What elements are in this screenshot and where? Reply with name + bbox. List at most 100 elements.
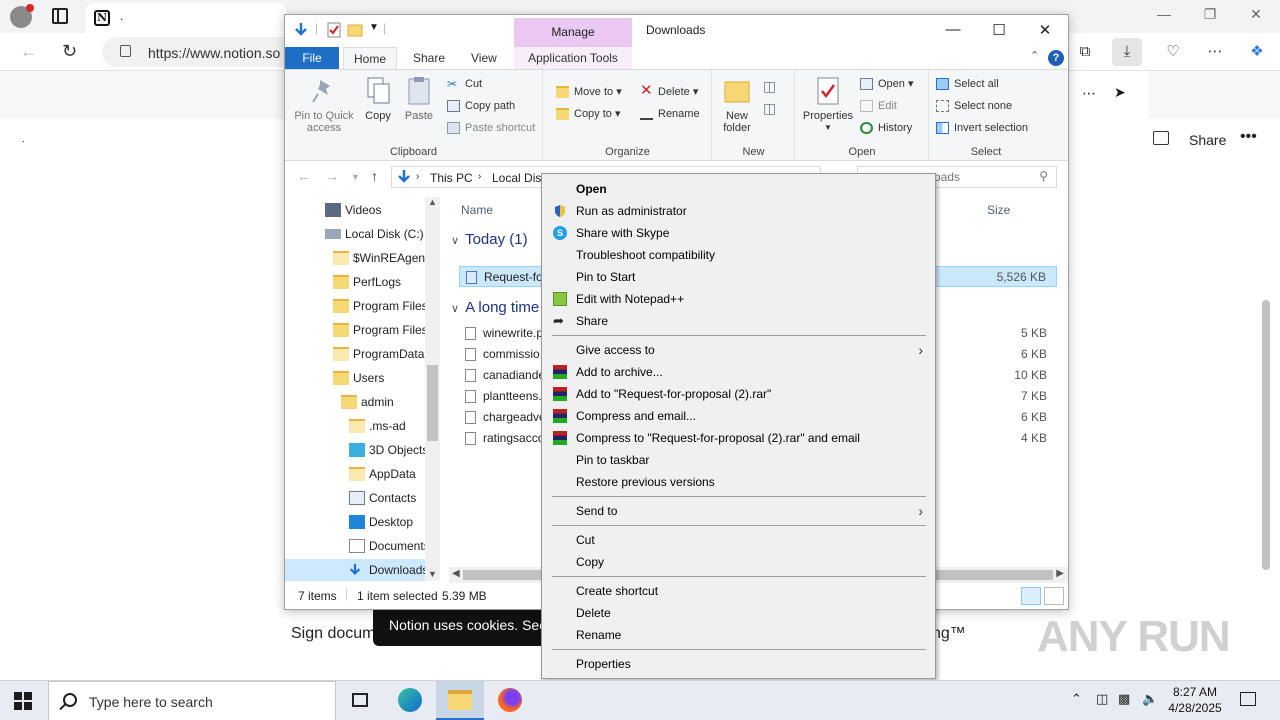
menu-properties[interactable]: Properties bbox=[542, 653, 935, 675]
show-hidden-icons-icon[interactable]: ⌃ bbox=[1071, 691, 1082, 707]
nav-scroll-thumb[interactable] bbox=[427, 365, 438, 441]
properties-button[interactable]: Properties ▼ bbox=[800, 76, 856, 134]
browser-restore-button[interactable]: ❐ bbox=[1190, 6, 1230, 23]
menu-send-to[interactable]: Send to › bbox=[542, 500, 935, 522]
forward-arrow-icon[interactable]: → bbox=[325, 168, 339, 184]
menu-cut[interactable]: Cut bbox=[542, 529, 935, 551]
delete-button[interactable]: ✕ Delete ▾ bbox=[638, 82, 698, 101]
tab-view[interactable]: View bbox=[461, 47, 507, 69]
details-view-icon[interactable] bbox=[1021, 587, 1041, 605]
group-today[interactable]: ∨ Today (1) bbox=[451, 231, 528, 248]
back-arrow-icon[interactable]: ← bbox=[297, 168, 311, 184]
qat-dropdown-icon[interactable]: ▼ bbox=[369, 22, 379, 33]
nav-item-documents[interactable]: Documents bbox=[347, 535, 430, 557]
paste-shortcut-button[interactable]: Paste shortcut bbox=[445, 119, 535, 137]
nav-item-desktop[interactable]: Desktop bbox=[347, 511, 413, 533]
menu-copy[interactable]: Copy bbox=[542, 551, 935, 573]
menu-pin-start[interactable]: Pin to Start bbox=[542, 266, 935, 288]
column-size[interactable]: Size bbox=[987, 203, 1010, 217]
address-bar[interactable]: https://www.notion.so bbox=[102, 37, 302, 67]
task-view-icon[interactable] bbox=[336, 681, 384, 720]
taskbar-search-box[interactable]: Type here to search bbox=[48, 681, 336, 720]
tab-file[interactable]: File bbox=[285, 47, 339, 69]
back-icon[interactable]: ← bbox=[20, 41, 38, 62]
cut-button[interactable]: ✂ Cut bbox=[445, 75, 482, 93]
notifications-icon[interactable] bbox=[1240, 692, 1256, 706]
volume-icon[interactable]: 🔈 bbox=[1142, 691, 1158, 707]
properties-qat-icon[interactable] bbox=[326, 22, 342, 38]
meet-now-icon[interactable]: ◫ bbox=[1096, 691, 1108, 707]
nav-item-videos[interactable]: Videos bbox=[323, 199, 381, 221]
refresh-icon[interactable]: ↻ bbox=[62, 41, 77, 62]
scroll-left-icon[interactable]: ◀ bbox=[452, 568, 460, 579]
page-scrollbar[interactable] bbox=[1262, 300, 1270, 570]
file-explorer-taskbar-icon[interactable] bbox=[436, 681, 484, 720]
menu-edit-notepadpp[interactable]: Edit with Notepad++ bbox=[542, 288, 935, 310]
menu-restore-versions[interactable]: Restore previous versions bbox=[542, 471, 935, 493]
pin-quick-access-button[interactable]: Pin to Quick access bbox=[289, 76, 359, 134]
up-arrow-icon[interactable]: ↑ bbox=[371, 168, 378, 184]
crumb-local-disk[interactable]: Local Disk bbox=[492, 171, 547, 185]
group-long-ago[interactable]: ∨ A long time bbox=[451, 299, 539, 316]
menu-compress-email[interactable]: Compress and email... bbox=[542, 405, 935, 427]
copy-path-button[interactable]: Copy path bbox=[445, 97, 515, 115]
tab-application-tools[interactable]: Application Tools bbox=[514, 47, 632, 69]
move-to-button[interactable]: Move to ▾ bbox=[554, 83, 622, 101]
crumb-this-pc[interactable]: This PC bbox=[430, 171, 473, 185]
collapse-ribbon-icon[interactable]: ⌃ bbox=[1030, 49, 1039, 62]
select-none-button[interactable]: Select none bbox=[934, 97, 1012, 115]
menu-share-skype[interactable]: S Share with Skype bbox=[542, 222, 935, 244]
menu-pin-taskbar[interactable]: Pin to taskbar bbox=[542, 449, 935, 471]
browser-minimize-button[interactable]: — bbox=[1144, 6, 1184, 22]
more-options-icon[interactable]: ••• bbox=[1240, 128, 1257, 146]
nav-item-programdata[interactable]: ProgramData bbox=[331, 343, 424, 365]
share-button[interactable]: Share bbox=[1189, 132, 1226, 148]
profile-avatar[interactable] bbox=[10, 4, 34, 28]
firefox-taskbar-icon[interactable] bbox=[486, 681, 534, 720]
invert-selection-button[interactable]: Invert selection bbox=[934, 119, 1028, 137]
browser-essentials-icon[interactable]: ♡ bbox=[1158, 38, 1188, 66]
scroll-down-icon[interactable]: ▼ bbox=[428, 569, 437, 579]
new-item-icon[interactable]: ◫ bbox=[763, 78, 776, 95]
menu-delete[interactable]: Delete bbox=[542, 602, 935, 624]
nav-item-admin[interactable]: admin bbox=[339, 391, 394, 413]
nav-item-winreagent[interactable]: $WinREAgent bbox=[331, 247, 428, 269]
tab-actions-icon[interactable] bbox=[52, 8, 68, 24]
menu-open[interactable]: Open bbox=[542, 178, 935, 200]
nav-item-ms-ad[interactable]: .ms-ad bbox=[347, 415, 406, 437]
copy-big-button[interactable]: Copy bbox=[361, 76, 395, 122]
close-button[interactable]: ✕ bbox=[1022, 21, 1068, 39]
nav-item-perflogs[interactable]: PerfLogs bbox=[331, 271, 401, 293]
open-button[interactable]: Open ▾ bbox=[858, 75, 914, 93]
pin-icon[interactable]: ➤ bbox=[1114, 84, 1126, 101]
nav-item-downloads[interactable]: Downloads bbox=[285, 559, 440, 581]
rename-button[interactable]: Rename bbox=[638, 105, 700, 123]
manage-tab[interactable]: Manage bbox=[514, 18, 632, 47]
menu-create-shortcut[interactable]: Create shortcut bbox=[542, 580, 935, 602]
scroll-up-icon[interactable]: ▲ bbox=[428, 197, 437, 207]
edit-button[interactable]: Edit bbox=[858, 97, 897, 115]
nav-item-users[interactable]: Users bbox=[331, 367, 384, 389]
column-name[interactable]: Name bbox=[461, 203, 493, 217]
system-clock[interactable]: 8:27 AM 4/28/2025 bbox=[1165, 684, 1225, 716]
menu-share[interactable]: ➦ Share bbox=[542, 310, 935, 332]
easy-access-icon[interactable]: ◫ bbox=[763, 100, 776, 117]
browser-close-button[interactable]: ✕ bbox=[1236, 6, 1276, 23]
settings-more-icon[interactable]: ⋯ bbox=[1200, 38, 1230, 66]
menu-rename[interactable]: Rename bbox=[542, 624, 935, 646]
network-icon[interactable]: ▩ bbox=[1118, 691, 1130, 707]
nav-scrollbar[interactable]: ▲ ▼ bbox=[425, 197, 440, 581]
nav-item-3d-objects[interactable]: 3D Objects bbox=[347, 439, 428, 461]
copy-to-button[interactable]: Copy to ▾ bbox=[554, 105, 621, 123]
browser-tab-notion[interactable]: N . bbox=[86, 3, 286, 33]
nav-item-program-files-x86[interactable]: Program Files bbox=[331, 319, 428, 341]
menu-compress-rar-email[interactable]: Compress to "Request-for-proposal (2).ra… bbox=[542, 427, 935, 449]
recent-locations-icon[interactable]: ▼ bbox=[351, 172, 360, 182]
nav-item-program-files[interactable]: Program Files bbox=[331, 295, 428, 317]
menu-troubleshoot[interactable]: Troubleshoot compatibility bbox=[542, 244, 935, 266]
menu-add-rar[interactable]: Add to "Request-for-proposal (2).rar" bbox=[542, 383, 935, 405]
history-button[interactable]: History bbox=[858, 119, 912, 137]
minimize-button[interactable]: — bbox=[930, 21, 976, 38]
copilot-icon[interactable]: ❖ bbox=[1242, 38, 1272, 66]
large-icons-view-icon[interactable] bbox=[1044, 587, 1064, 605]
